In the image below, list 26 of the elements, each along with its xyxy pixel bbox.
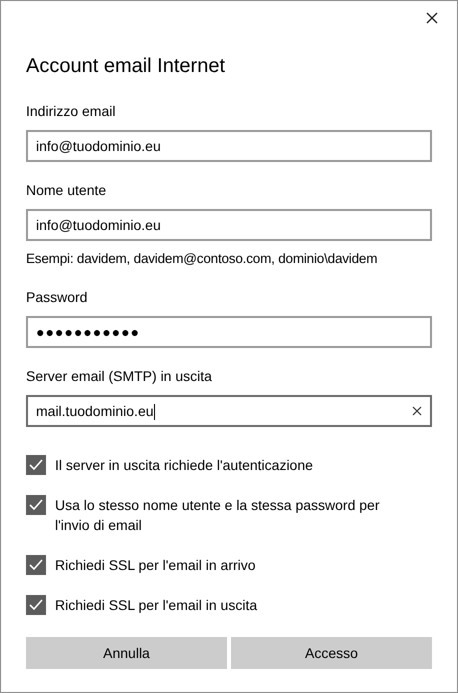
checkbox-label: Usa lo stesso nome utente e la stessa password per l'invio di email (55, 496, 381, 536)
checkbox[interactable] (26, 455, 46, 476)
field-label: Server email (SMTP) in uscita (26, 367, 213, 386)
close-icon (426, 12, 438, 24)
checkmark-icon (29, 599, 43, 612)
input-field[interactable]: mail.tuodominio.eu (26, 395, 432, 428)
checkbox-label: Richiedi SSL per l'email in arrivo (55, 556, 257, 576)
checkbox-label: Richiedi SSL per l'email in uscita (55, 596, 258, 616)
checkmark-icon (29, 459, 43, 472)
checkmark-icon (29, 559, 43, 572)
dialog-title: Account email Internet (26, 54, 226, 79)
clear-icon[interactable] (412, 406, 422, 416)
checkmark-icon (29, 499, 43, 512)
field-label: Nome utente (26, 181, 108, 200)
field-label: Indirizzo email (26, 102, 116, 121)
input-field[interactable]: info@tuodominio.eu (26, 209, 432, 241)
hint-text: Esempi: davidem, davidem@contoso.com, dominio\davidem (26, 250, 378, 268)
field-label: Password (26, 288, 88, 308)
checkbox[interactable] (26, 495, 46, 516)
cancel-button[interactable]: Annulla (26, 637, 227, 670)
input-field[interactable]: info@tuodominio.eu (26, 130, 432, 162)
input-field[interactable]: ●●●●●●●●●●● (26, 316, 432, 348)
checkbox-label: Il server in uscita richiede l'autenticazione (55, 456, 314, 476)
checkbox[interactable] (26, 555, 46, 576)
checkbox[interactable] (26, 595, 46, 616)
sign-in-button[interactable]: Accesso (231, 637, 432, 670)
